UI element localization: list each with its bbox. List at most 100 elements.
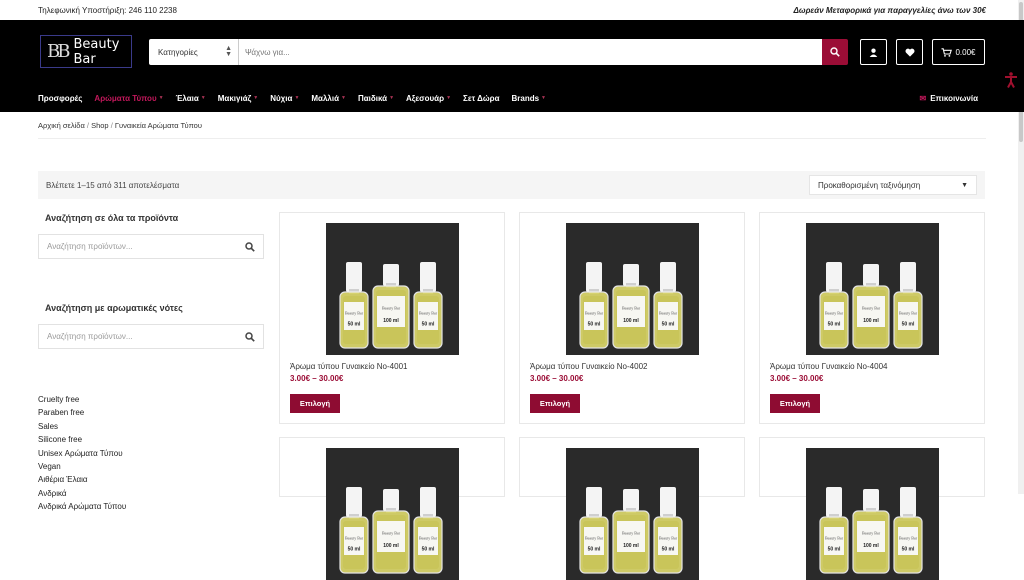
nav-item-makeup[interactable]: Μακιγιάζ ▼ — [218, 94, 259, 103]
nav-item-nails[interactable]: Νύχια ▼ — [270, 94, 299, 103]
nav-item-brands[interactable]: Brands ▼ — [511, 94, 546, 103]
tag-link[interactable]: Αιθέρια Έλαια — [38, 473, 264, 486]
product-title[interactable]: Άρωμα τύπου Γυναικείο No-4004 — [770, 362, 887, 371]
product-image[interactable]: Beauty Bar 50 ml Beauty Bar 100 ml Beaut… — [806, 448, 939, 580]
svg-text:50 ml: 50 ml — [422, 322, 435, 328]
tag-link[interactable]: Ανδρικά Αρώματα Τύπου — [38, 500, 264, 513]
chevron-down-icon: ▼ — [446, 95, 452, 101]
sidebar-product-search[interactable]: Αναζήτηση προϊόντων... — [38, 234, 264, 259]
category-select-label: Κατηγορίες — [158, 47, 198, 57]
logo-text: Beauty Bar — [73, 36, 120, 67]
product-card[interactable]: Beauty Bar 50 ml Beauty Bar 100 ml Beaut… — [519, 437, 745, 580]
product-image[interactable]: Beauty Bar 50 ml Beauty Bar 100 ml Beaut… — [806, 223, 939, 355]
tag-link[interactable]: Unisex Αρώματα Τύπου — [38, 447, 264, 460]
tag-list: Cruelty free Paraben free Sales Silicone… — [38, 393, 264, 514]
search-placeholder: Αναζήτηση προϊόντων... — [47, 242, 133, 251]
heart-icon — [905, 48, 914, 57]
perfume-bottles-image: Beauty Bar 50 ml Beauty Bar 100 ml Beaut… — [566, 223, 699, 355]
divider — [38, 138, 986, 139]
product-image[interactable]: Beauty Bar 50 ml Beauty Bar 100 ml Beaut… — [326, 448, 459, 580]
nav-contact-label: Επικοινωνία — [930, 93, 978, 103]
widget-title-product-search: Αναζήτηση σε όλα τα προϊόντα — [45, 213, 179, 223]
cart-button[interactable]: 0.00€ — [932, 39, 985, 65]
tag-link[interactable]: Sales — [38, 420, 264, 433]
tag-link[interactable]: Paraben free — [38, 406, 264, 419]
nav-label: Νύχια — [270, 93, 293, 103]
svg-text:Beauty Bar: Beauty Bar — [899, 535, 918, 540]
nav-label: Αρώματα Τύπου — [94, 93, 157, 103]
sidebar-notes-search[interactable]: Αναζήτηση προϊόντων... — [38, 324, 264, 349]
accessibility-icon[interactable] — [1004, 72, 1018, 91]
product-image[interactable]: Beauty Bar 50 ml Beauty Bar 100 ml Beaut… — [566, 448, 699, 580]
product-title[interactable]: Άρωμα τύπου Γυναικείο No-4001 — [290, 362, 407, 371]
product-card[interactable]: Beauty Bar 50 ml Beauty Bar 100 ml Beaut… — [519, 212, 745, 424]
sidebar: Αναζήτηση σε όλα τα προϊόντα Αναζήτηση π… — [38, 213, 264, 514]
svg-text:100 ml: 100 ml — [863, 543, 879, 549]
perfume-bottles-image: Beauty Bar 50 ml Beauty Bar 100 ml Beaut… — [806, 223, 939, 355]
nav-item-type-perfumes[interactable]: Αρώματα Τύπου ▼ — [94, 94, 163, 103]
nav-item-kids[interactable]: Παιδικά ▼ — [358, 94, 394, 103]
product-card[interactable]: Beauty Bar 50 ml Beauty Bar 100 ml Beaut… — [279, 212, 505, 424]
svg-text:50 ml: 50 ml — [902, 322, 915, 328]
svg-text:50 ml: 50 ml — [588, 547, 601, 553]
breadcrumb: Αρχική σελίδα / Shop / Γυναικεία Αρώματα… — [0, 112, 1024, 138]
widget-title-notes-search: Αναζήτηση με αρωματικές νότες — [45, 303, 183, 313]
tag-link[interactable]: Cruelty free — [38, 393, 264, 406]
main-nav: Προσφορές Αρώματα Τύπου ▼ Έλαια ▼ Μακιγιάζ… — [0, 84, 1024, 112]
product-image[interactable]: Beauty Bar 50 ml Beauty Bar 100 ml Beaut… — [566, 223, 699, 355]
svg-text:100 ml: 100 ml — [623, 318, 639, 324]
svg-text:50 ml: 50 ml — [828, 547, 841, 553]
result-count: Βλέπετε 1–15 από 311 αποτελέσματα — [46, 180, 180, 190]
topbar: Τηλεφωνική Υποστήριξη: 246 110 2238 Δωρε… — [0, 0, 1024, 20]
sort-selected: Προκαθορισμένη ταξινόμηση — [818, 180, 921, 190]
chevron-down-icon: ▼ — [200, 95, 206, 101]
select-options-button[interactable]: Επιλογή — [290, 394, 340, 413]
product-image[interactable]: Beauty Bar 50 ml Beauty Bar 100 ml Beaut… — [326, 223, 459, 355]
sort-select[interactable]: Προκαθορισμένη ταξινόμηση ▼ — [809, 175, 977, 195]
select-arrows-icon: ▲ ▼ — [225, 45, 232, 58]
breadcrumb-home[interactable]: Αρχική σελίδα — [38, 121, 85, 130]
svg-text:Beauty Bar: Beauty Bar — [862, 531, 881, 536]
product-price: 3.00€ – 30.00€ — [290, 374, 344, 383]
search-placeholder: Αναζήτηση προϊόντων... — [47, 332, 133, 341]
product-title[interactable]: Άρωμα τύπου Γυναικείο No-4002 — [530, 362, 647, 371]
product-card[interactable]: Beauty Bar 50 ml Beauty Bar 100 ml Beaut… — [759, 212, 985, 424]
product-card[interactable]: Beauty Bar 50 ml Beauty Bar 100 ml Beaut… — [279, 437, 505, 580]
select-options-button[interactable]: Επιλογή — [530, 394, 580, 413]
tag-link[interactable]: Silicone free — [38, 433, 264, 446]
account-button[interactable] — [860, 39, 887, 65]
svg-text:50 ml: 50 ml — [662, 547, 675, 553]
nav-item-hair[interactable]: Μαλλιά ▼ — [311, 94, 346, 103]
svg-text:Beauty Bar: Beauty Bar — [382, 306, 401, 311]
svg-text:Beauty Bar: Beauty Bar — [622, 306, 641, 311]
nav-label: Παιδικά — [357, 93, 388, 103]
chevron-down-icon: ▼ — [158, 95, 164, 101]
svg-text:50 ml: 50 ml — [828, 322, 841, 328]
nav-contact[interactable]: ✉ Επικοινωνία — [920, 94, 979, 103]
search-icon[interactable] — [245, 241, 255, 252]
svg-text:Beauty Bar: Beauty Bar — [862, 306, 881, 311]
svg-text:100 ml: 100 ml — [383, 318, 399, 324]
nav-item-offers[interactable]: Προσφορές — [38, 94, 82, 103]
nav-item-gift-sets[interactable]: Σετ Δώρα — [463, 94, 499, 103]
breadcrumb-shop[interactable]: Shop — [91, 121, 109, 130]
site-header: BB Beauty Bar Κατηγορίες ▲▼ 0.00€ — [0, 20, 1024, 84]
svg-text:50 ml: 50 ml — [902, 547, 915, 553]
wishlist-button[interactable] — [896, 39, 923, 65]
search-button[interactable] — [822, 39, 848, 65]
nav-item-oils[interactable]: Έλαια ▼ — [176, 94, 206, 103]
product-card[interactable]: Beauty Bar 50 ml Beauty Bar 100 ml Beaut… — [759, 437, 985, 580]
chevron-down-icon: ▼ — [541, 95, 546, 101]
nav-label: Μαλλιά — [311, 93, 340, 103]
select-options-button[interactable]: Επιλογή — [770, 394, 820, 413]
svg-text:100 ml: 100 ml — [383, 543, 399, 549]
tag-link[interactable]: Vegan — [38, 460, 264, 473]
search-input[interactable] — [239, 39, 822, 65]
breadcrumb-current: Γυναικεία Αρώματα Τύπου — [114, 121, 202, 130]
logo[interactable]: BB Beauty Bar — [40, 35, 132, 68]
perfume-bottles-image: Beauty Bar 50 ml Beauty Bar 100 ml Beaut… — [326, 223, 459, 355]
svg-text:Beauty Bar: Beauty Bar — [345, 535, 364, 540]
category-select[interactable]: Κατηγορίες ▲ ▼ — [149, 39, 239, 65]
nav-item-accessories[interactable]: Αξεσουάρ ▼ — [406, 94, 451, 103]
search-icon[interactable] — [245, 331, 255, 342]
